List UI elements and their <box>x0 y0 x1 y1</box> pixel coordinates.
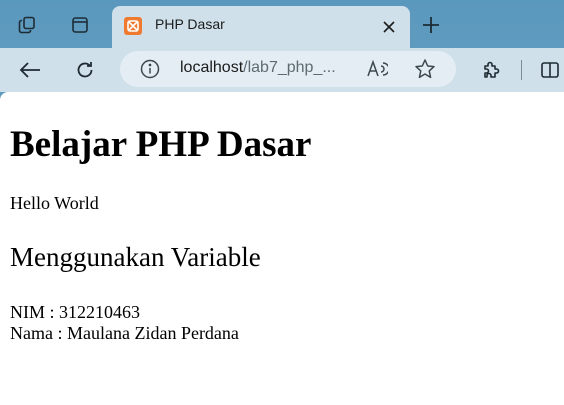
url-host: localhost <box>180 59 244 76</box>
toolbar-divider <box>521 60 522 80</box>
tab-strip: PHP Dasar <box>0 0 564 48</box>
plus-icon[interactable] <box>416 10 446 40</box>
greeting-text: Hello World <box>10 193 99 213</box>
star-icon[interactable] <box>414 58 436 80</box>
url-text[interactable]: localhost/lab7_php_... <box>180 59 336 77</box>
workspaces-icon[interactable] <box>12 10 42 40</box>
extensions-icon[interactable] <box>475 54 507 86</box>
tab-title: PHP Dasar <box>155 16 225 32</box>
nama-line: Nama : Maulana Zidan Perdana <box>10 323 239 343</box>
url-path: /lab7_php_... <box>243 59 336 76</box>
close-icon[interactable] <box>376 14 402 40</box>
tab-actions-icon[interactable] <box>65 10 95 40</box>
info-icon[interactable] <box>140 59 160 79</box>
nim-line: NIM : 312210463 <box>10 302 140 322</box>
xampp-favicon-icon <box>124 17 142 35</box>
address-bar[interactable]: localhost/lab7_php_... <box>120 51 456 87</box>
browser-toolbar: localhost/lab7_php_... <box>0 48 564 92</box>
refresh-icon[interactable] <box>69 54 101 86</box>
tab-php-dasar[interactable]: PHP Dasar <box>112 6 410 48</box>
page-viewport: Belajar PHP Dasar Hello World Menggunaka… <box>0 92 564 405</box>
read-aloud-icon[interactable] <box>366 59 388 79</box>
page-heading: Belajar PHP Dasar <box>10 124 312 165</box>
split-screen-icon[interactable] <box>534 54 564 86</box>
back-arrow-icon[interactable] <box>14 54 46 86</box>
section-heading: Menggunakan Variable <box>10 242 261 272</box>
student-info: NIM : 312210463 Nama : Maulana Zidan Per… <box>10 302 239 344</box>
